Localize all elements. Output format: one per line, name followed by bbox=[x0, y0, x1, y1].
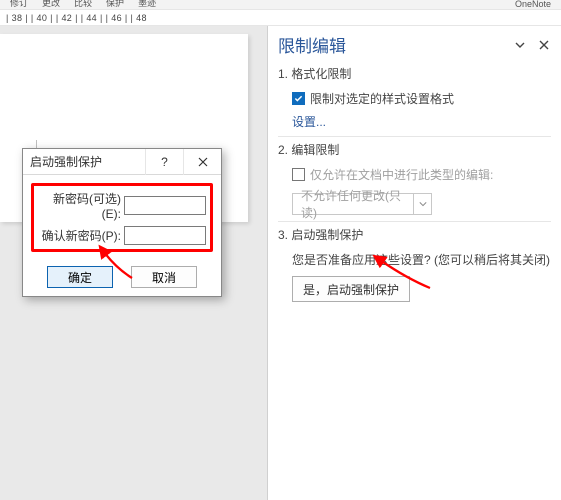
panel-title: 限制编辑 bbox=[278, 32, 346, 57]
format-restriction-checkbox[interactable] bbox=[292, 92, 305, 105]
dropdown-value: 不允许任何更改(只读) bbox=[293, 187, 413, 221]
restrict-editing-panel: 限制编辑 1. 格式化限制 限制对选定的样式设置格式 设置... bbox=[268, 26, 561, 500]
dialog-title: 启动强制保护 bbox=[23, 153, 145, 170]
section-3-description: 您是否准备应用这些设置? (您可以稍后将其关闭) bbox=[292, 251, 551, 268]
section-2-title: 2. 编辑限制 bbox=[278, 136, 551, 158]
editing-type-dropdown[interactable]: 不允许任何更改(只读) bbox=[292, 193, 432, 215]
confirm-password-input[interactable] bbox=[124, 226, 206, 245]
chevron-down-icon bbox=[413, 194, 431, 214]
ribbon-tabs: 修订 更改 比较 保护 墨迹 OneNote bbox=[0, 0, 561, 10]
format-settings-link[interactable]: 设置... bbox=[292, 113, 551, 130]
horizontal-ruler: | 38 | | 40 | | 42 | | 44 | | 46 | | 48 bbox=[0, 10, 561, 26]
annotation-highlight-box: 新密码(可选)(E): 确认新密码(P): bbox=[31, 183, 213, 252]
panel-close-icon[interactable] bbox=[537, 38, 551, 52]
new-password-label: 新密码(可选)(E): bbox=[38, 190, 124, 221]
section-3-title: 3. 启动强制保护 bbox=[278, 221, 551, 243]
password-dialog: 启动强制保护 ? 新密码(可选)(E): 确认新密码(P): 确定 取消 bbox=[22, 148, 222, 297]
editing-restriction-label: 仅允许在文档中进行此类型的编辑: bbox=[310, 166, 493, 183]
cancel-button[interactable]: 取消 bbox=[131, 266, 197, 288]
editing-restriction-checkbox[interactable] bbox=[292, 168, 305, 181]
section-1-title: 1. 格式化限制 bbox=[278, 65, 551, 82]
dialog-help-button[interactable]: ? bbox=[145, 149, 183, 175]
confirm-password-label: 确认新密码(P): bbox=[38, 227, 124, 244]
dialog-close-button[interactable] bbox=[183, 149, 221, 175]
format-restriction-label: 限制对选定的样式设置格式 bbox=[310, 90, 454, 107]
new-password-input[interactable] bbox=[124, 196, 206, 215]
ok-button[interactable]: 确定 bbox=[47, 266, 113, 288]
panel-menu-chevron-icon[interactable] bbox=[513, 38, 527, 52]
start-enforcement-button[interactable]: 是，启动强制保护 bbox=[292, 276, 410, 302]
dialog-titlebar[interactable]: 启动强制保护 ? bbox=[23, 149, 221, 175]
